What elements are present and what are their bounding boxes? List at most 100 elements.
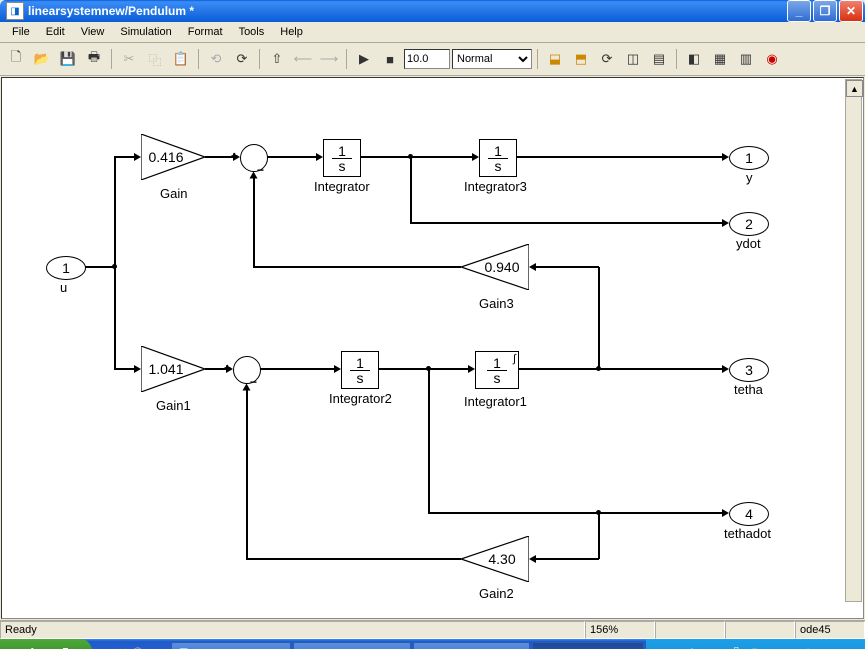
gain1-label: Gain1	[156, 398, 191, 413]
tray-net-icon[interactable]: 🖧	[730, 645, 742, 649]
integrator1-ic-icon: ∫	[513, 354, 516, 365]
stop-button[interactable]: ■	[378, 47, 402, 71]
inport-u[interactable]: 1	[46, 256, 86, 280]
gain-block[interactable]: 0.416	[141, 134, 205, 180]
arrowhead-icon	[529, 555, 536, 563]
outport-tetha[interactable]: 3	[729, 358, 769, 382]
outport-y[interactable]: 1	[729, 146, 769, 170]
menu-edit[interactable]: Edit	[38, 24, 73, 40]
run-button[interactable]: ▶	[352, 47, 376, 71]
wire	[205, 156, 233, 158]
start-button[interactable]: ⊞έναρξη	[0, 639, 92, 649]
wire	[246, 558, 461, 560]
minimize-button[interactable]: _	[787, 0, 811, 22]
refresh-button[interactable]: ⟳	[595, 47, 619, 71]
redo-button[interactable]: ⟳	[230, 47, 254, 71]
gain-label: Gain	[160, 186, 187, 201]
close-button[interactable]: ✕	[839, 0, 863, 22]
signal-builder-button[interactable]: ▦	[708, 47, 732, 71]
arrowhead-icon	[233, 153, 240, 161]
sum-bot-minus: −	[250, 375, 257, 389]
build-button[interactable]: ⬓	[543, 47, 567, 71]
outport-ydot-label: ydot	[736, 236, 761, 251]
arrowhead-icon	[250, 172, 258, 179]
menu-tools[interactable]: Tools	[231, 24, 273, 40]
inport-u-label: u	[60, 280, 67, 295]
wire	[428, 368, 430, 513]
gain1-value: 1.041	[148, 361, 183, 377]
model-canvas[interactable]: 1 u 0.416 Gain 1.041 Gain1 0.940 Gain3 4…	[1, 77, 864, 619]
paste-button[interactable]: 📋	[169, 47, 193, 71]
menu-simulation[interactable]: Simulation	[112, 24, 179, 40]
gain3-label: Gain3	[479, 296, 514, 311]
wire	[267, 156, 316, 158]
wire	[114, 157, 116, 267]
gain-value: 0.416	[148, 149, 183, 165]
status-solver: ode45	[795, 621, 865, 639]
sim-mode-select[interactable]: Normal	[452, 49, 532, 69]
integrator3-block[interactable]: 1 s	[479, 139, 517, 177]
gain3-value: 0.940	[484, 259, 519, 275]
integrator-block[interactable]: 1 s	[323, 139, 361, 177]
taskbar-item-simulink1[interactable]: ◨linearsystemnew *	[413, 642, 531, 649]
arrowhead-icon	[243, 384, 251, 391]
integrator-den: s	[333, 159, 352, 173]
model-config-button[interactable]: ◧	[682, 47, 706, 71]
menu-view[interactable]: View	[73, 24, 113, 40]
scroll-up-icon[interactable]: ▲	[846, 80, 863, 97]
outport-ydot[interactable]: 2	[729, 212, 769, 236]
integrator1-block[interactable]: 1 s ∫	[475, 351, 519, 389]
taskbar: ⊞έναρξη ◉ 🦊 🔍 ≫ 📄Έγγραφο1 - Mic... ▲MATL…	[0, 639, 865, 649]
taskbar-item-simulink2[interactable]: ◨linearsystemne...	[532, 642, 644, 649]
vertical-scrollbar[interactable]: ▲	[845, 79, 862, 602]
status-empty1	[655, 621, 725, 639]
copy-button[interactable]: ⿻	[143, 47, 167, 71]
new-button[interactable]: 🗋	[4, 47, 28, 71]
wire	[410, 222, 722, 224]
arrowhead-icon	[722, 219, 729, 227]
wire	[598, 267, 600, 369]
taskbar-item-word[interactable]: 📄Έγγραφο1 - Mic...	[171, 642, 290, 649]
debug-button[interactable]: ▥	[734, 47, 758, 71]
arrowhead-icon	[334, 365, 341, 373]
model-explorer-button[interactable]: ◫	[621, 47, 645, 71]
taskbar-item-matlab[interactable]: ▲MATLAB 7.10.0 ...	[293, 642, 411, 649]
save-button[interactable]: 💾	[56, 47, 80, 71]
target-button[interactable]: ◉	[760, 47, 784, 71]
library-browser-button[interactable]: ▤	[647, 47, 671, 71]
nav-up-button[interactable]: ⇧	[265, 47, 289, 71]
menu-format[interactable]: Format	[180, 24, 231, 40]
stop-time-input[interactable]	[404, 49, 450, 69]
cut-button[interactable]: ✂	[117, 47, 141, 71]
system-tray: EN Διεύθυνση 🖧 🔊 ▮▮▯ ◑ 🛡 6:37 μμ	[646, 639, 865, 649]
outport-tethadot[interactable]: 4	[729, 502, 769, 526]
wire	[260, 368, 334, 370]
menu-file[interactable]: File	[4, 24, 38, 40]
menu-help[interactable]: Help	[272, 24, 311, 40]
integrator2-block[interactable]: 1 s	[341, 351, 379, 389]
sum-block-bottom[interactable]: + −	[233, 356, 261, 384]
wire	[378, 368, 468, 370]
integrator2-label: Integrator2	[329, 391, 392, 406]
gain1-block[interactable]: 1.041	[141, 346, 205, 392]
gain2-label: Gain2	[479, 586, 514, 601]
gain3-block[interactable]: 0.940	[461, 244, 529, 290]
print-button[interactable]: 🖶	[82, 47, 106, 71]
integrator-num: 1	[332, 144, 352, 159]
wire	[536, 558, 599, 560]
maximize-button[interactable]: ❐	[813, 0, 837, 22]
build-incr-button[interactable]: ⬒	[569, 47, 593, 71]
nav-back-button[interactable]: ⟵	[291, 47, 315, 71]
wire	[598, 512, 600, 559]
wire	[114, 156, 134, 158]
status-ready: Ready	[0, 621, 585, 639]
nav-fwd-button[interactable]: ⟶	[317, 47, 341, 71]
gain2-block[interactable]: 4.30	[461, 536, 529, 582]
sum-block-top[interactable]: + −	[240, 144, 268, 172]
undo-button[interactable]: ⟲	[204, 47, 228, 71]
wire	[253, 177, 255, 267]
wire	[428, 512, 722, 514]
open-button[interactable]: 📂	[30, 47, 54, 71]
sum-top-minus: −	[257, 163, 264, 177]
titlebar: ◨ linearsystemnew/Pendulum * _ ❐ ✕	[0, 0, 865, 22]
